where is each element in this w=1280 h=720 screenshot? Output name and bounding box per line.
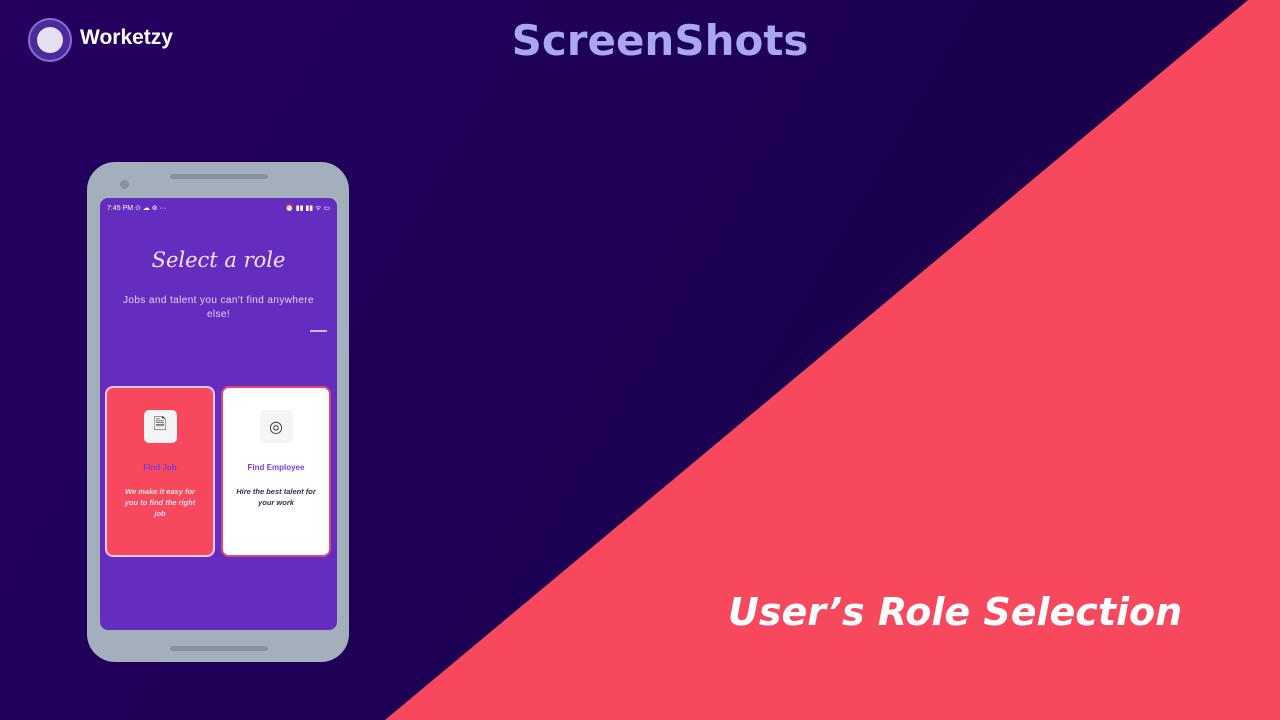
phone-screen: 7:45 PM ⊙ ☁ ⊛ ··· ⏰ ▮▮ ▮▮ ᯤ ▭ Select a r… (100, 198, 337, 630)
document-icon: 🗎 (143, 410, 177, 443)
page-title: ScreenShots (511, 16, 809, 65)
card-description: Hire the best talent for your work (236, 487, 316, 507)
find-employee-card[interactable]: ◎ Find Employee Hire the best talent for… (221, 386, 331, 557)
notification-icons: ⊙ ☁ ⊛ ··· (135, 205, 167, 212)
system-icons: ⏰ ▮▮ ▮▮ ᯤ ▭ (285, 205, 330, 212)
phone-speaker (170, 174, 268, 179)
divider (310, 330, 327, 332)
search-person-icon: ◎ (259, 410, 293, 443)
role-subtitle: Jobs and talent you can't find anywhere … (123, 295, 314, 320)
phone-camera (120, 180, 129, 189)
card-title: Find Job (143, 463, 177, 472)
find-job-card[interactable]: 🗎 Find Job We make it easy for you to fi… (105, 386, 215, 557)
status-bar: 7:45 PM ⊙ ☁ ⊛ ··· ⏰ ▮▮ ▮▮ ᯤ ▭ (107, 204, 330, 213)
role-heading: Select a role (151, 248, 286, 272)
phone-home-bar (170, 646, 268, 651)
screen-caption: User’s Role Selection (728, 590, 1183, 634)
status-time: 7:45 PM (107, 205, 134, 212)
card-title: Find Employee (247, 463, 305, 472)
card-description: We make it easy for you to find the righ… (124, 487, 196, 518)
phone-mockup: 7:45 PM ⊙ ☁ ⊛ ··· ⏰ ▮▮ ▮▮ ᯤ ▭ Select a r… (87, 162, 349, 662)
